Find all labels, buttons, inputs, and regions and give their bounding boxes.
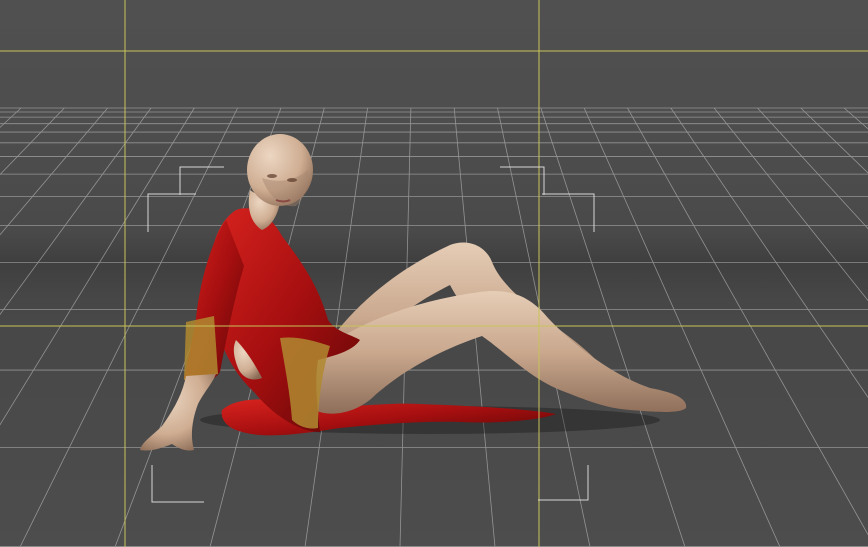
frame-corner-mid-left bbox=[147, 193, 196, 232]
camera-guides bbox=[0, 0, 868, 547]
3d-viewport[interactable] bbox=[0, 0, 868, 547]
frame-corner-mid-right bbox=[542, 193, 595, 232]
frame-corner-top-right bbox=[500, 166, 545, 195]
frame-corner-bottom-left bbox=[151, 465, 204, 503]
frame-corner-top-left bbox=[179, 166, 224, 195]
frame-corner-bottom-right bbox=[538, 465, 589, 501]
